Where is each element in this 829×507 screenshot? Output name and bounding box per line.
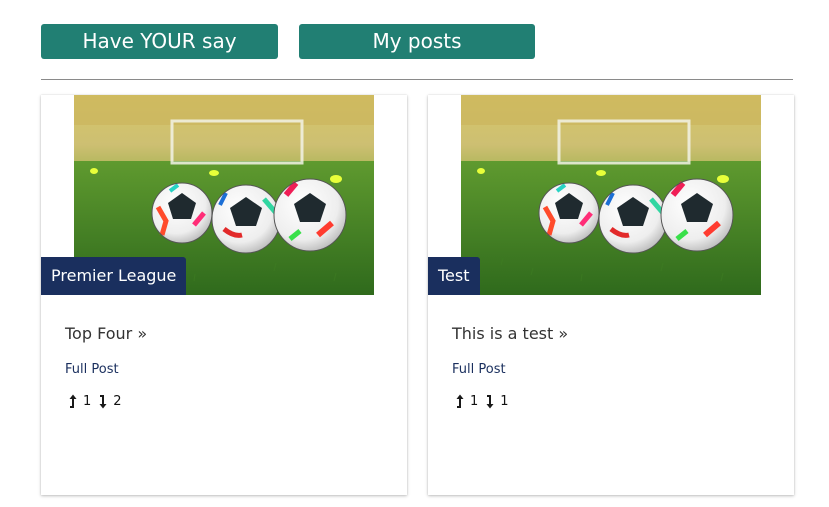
full-post-link[interactable]: Full Post (65, 362, 119, 377)
my-posts-button[interactable]: My posts (299, 24, 535, 59)
downvote-count: 2 (113, 393, 122, 409)
post-title[interactable]: Top Four » (65, 324, 147, 343)
category-badge[interactable]: Premier League (41, 257, 187, 295)
full-post-link[interactable]: Full Post (452, 362, 506, 377)
have-your-say-button[interactable]: Have YOUR say (41, 24, 278, 59)
vote-controls: 1 1 (456, 393, 517, 409)
post-card: Premier League Top Four » Full Post 1 2 (41, 95, 407, 495)
post-title-text[interactable]: This is a test (452, 324, 553, 343)
upvote-arrow-icon (456, 394, 464, 408)
upvote-button[interactable]: 1 (69, 394, 91, 409)
divider (41, 79, 793, 80)
downvote-button[interactable]: 1 (486, 393, 509, 409)
post-card: Test This is a test » Full Post 1 1 (428, 95, 794, 495)
post-title-suffix: » (553, 324, 569, 343)
upvote-arrow-icon (69, 394, 77, 408)
post-image[interactable] (461, 95, 761, 295)
post-title-suffix: » (132, 324, 148, 343)
downvote-count: 1 (500, 393, 509, 409)
downvote-arrow-icon (486, 394, 494, 408)
page: Have YOUR say My posts Premier League To… (0, 0, 829, 507)
category-badge[interactable]: Test (428, 257, 480, 295)
downvote-button[interactable]: 2 (99, 393, 122, 409)
post-title-text[interactable]: Top Four (65, 324, 132, 343)
upvote-count: 1 (83, 393, 92, 409)
post-title[interactable]: This is a test » (452, 324, 568, 343)
vote-controls: 1 2 (69, 393, 130, 409)
downvote-arrow-icon (99, 394, 107, 408)
upvote-button[interactable]: 1 (456, 394, 478, 409)
upvote-count: 1 (470, 393, 479, 409)
